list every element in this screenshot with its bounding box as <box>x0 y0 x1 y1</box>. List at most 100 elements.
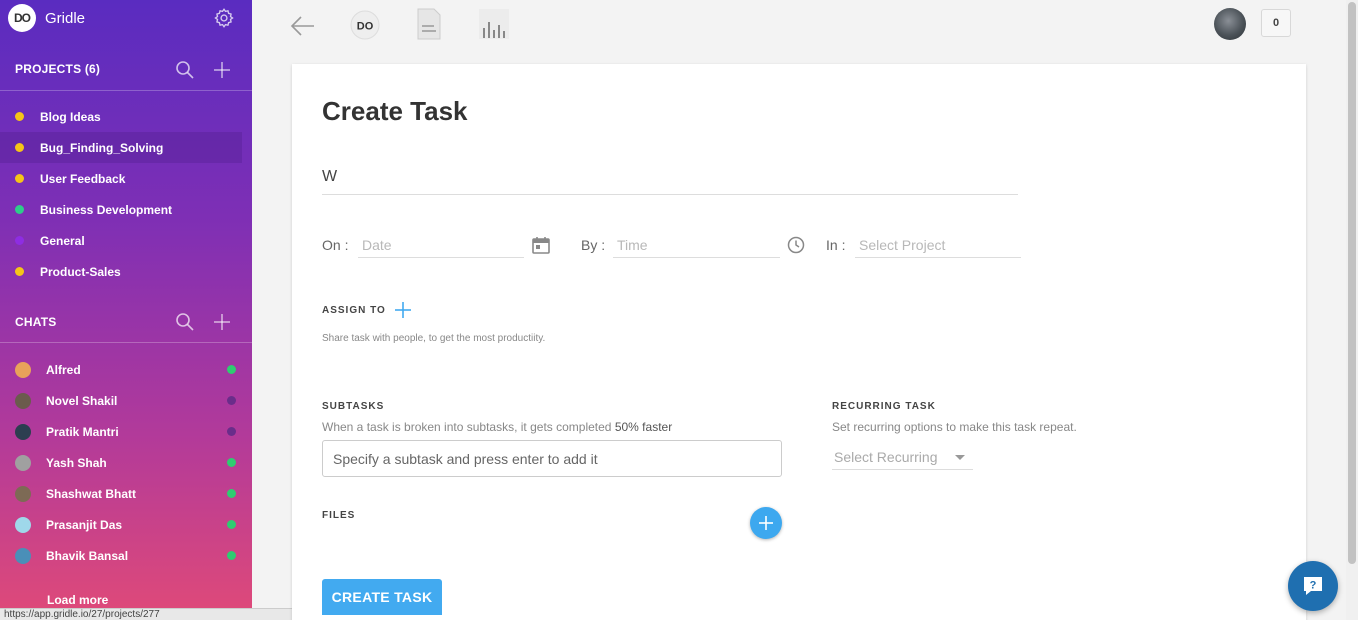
on-label: On : <box>322 237 349 253</box>
add-file-button[interactable] <box>750 507 782 539</box>
add-chat-icon[interactable] <box>213 313 231 331</box>
divider <box>0 342 252 343</box>
sidebar-item-project[interactable]: User Feedback <box>0 163 252 194</box>
recurring-description: Set recurring options to make this task … <box>832 420 1077 434</box>
online-status <box>227 365 236 374</box>
online-status <box>227 458 236 467</box>
chat-label: Yash Shah <box>46 455 107 470</box>
scrollbar[interactable] <box>1346 0 1358 620</box>
add-assignee-icon[interactable] <box>394 301 412 319</box>
recurring-value: Select Recurring <box>834 449 938 465</box>
document-icon[interactable] <box>416 8 442 40</box>
chat-label: Shashwat Bhatt <box>46 486 137 501</box>
chats-heading: CHATS <box>15 315 57 329</box>
scrollbar-thumb[interactable] <box>1348 2 1356 564</box>
sidebar-item-chat[interactable]: Alfred <box>0 354 252 385</box>
load-more-link[interactable]: Load more <box>47 593 108 607</box>
app-home-icon[interactable]: DO <box>350 10 380 40</box>
avatar <box>15 392 31 409</box>
avatar <box>15 547 31 564</box>
subtasks-description: When a task is broken into subtasks, it … <box>322 420 673 434</box>
app-logo: DO <box>8 4 36 32</box>
offline-status <box>227 427 236 436</box>
in-label: In : <box>826 237 846 253</box>
offline-status <box>227 396 236 405</box>
clock-icon[interactable] <box>787 236 805 254</box>
help-button[interactable]: ? <box>1288 561 1338 611</box>
subtasks-label: SUBTASKS <box>322 401 385 412</box>
time-input[interactable] <box>613 232 780 258</box>
chat-label: Novel Shakil <box>46 393 118 408</box>
help-chat-icon: ? <box>1304 577 1322 595</box>
project-color-dot <box>15 174 24 183</box>
user-avatar[interactable] <box>1214 8 1246 40</box>
chat-list: Alfred Novel Shakil Pratik Mantri Yash S… <box>0 354 252 571</box>
svg-text:DO: DO <box>357 21 374 33</box>
add-project-icon[interactable] <box>213 61 231 79</box>
chat-label: Pratik Mantri <box>46 424 119 439</box>
avatar <box>15 361 31 378</box>
chat-label: Prasanjit Das <box>46 517 123 532</box>
avatar <box>15 423 31 440</box>
search-icon[interactable] <box>175 312 195 332</box>
project-label: Bug_Finding_Solving <box>40 140 164 155</box>
project-label: Blog Ideas <box>40 109 101 124</box>
online-status <box>227 551 236 560</box>
project-color-dot <box>15 143 24 152</box>
chat-label: Alfred <box>46 362 81 377</box>
chevron-down-icon <box>955 455 965 460</box>
sidebar-item-project[interactable]: Bug_Finding_Solving <box>0 132 242 163</box>
sidebar-item-project[interactable]: General <box>0 225 252 256</box>
avatar <box>15 454 31 471</box>
app-name: Gridle <box>45 9 86 27</box>
project-color-dot <box>15 236 24 245</box>
recurring-select[interactable]: Select Recurring <box>832 446 973 470</box>
subtask-input[interactable] <box>322 440 782 477</box>
assign-to-label: ASSIGN TO <box>322 305 386 316</box>
task-name-input[interactable] <box>322 160 1018 195</box>
sidebar-item-project[interactable]: Product-Sales <box>0 256 252 287</box>
sidebar-item-chat[interactable]: Bhavik Bansal <box>0 540 252 571</box>
divider <box>0 90 252 91</box>
online-status <box>227 489 236 498</box>
bar-chart-icon[interactable] <box>478 8 510 40</box>
chat-label: Bhavik Bansal <box>46 548 129 563</box>
sidebar: DO Gridle PROJECTS (6) Blog Ideas Bug_Fi… <box>0 0 252 620</box>
create-task-card: Create Task On : By : In : ASSIGN TO Sha… <box>292 64 1306 620</box>
sidebar-item-chat[interactable]: Shashwat Bhatt <box>0 478 252 509</box>
sidebar-item-project[interactable]: Blog Ideas <box>0 101 252 132</box>
project-color-dot <box>15 267 24 276</box>
sidebar-item-project[interactable]: Business Development <box>0 194 252 225</box>
create-task-button[interactable]: CREATE TASK <box>322 579 442 615</box>
project-label: General <box>40 233 85 248</box>
back-arrow-icon[interactable] <box>290 14 316 38</box>
avatar <box>15 485 31 502</box>
plus-icon <box>759 516 773 530</box>
project-select[interactable] <box>855 232 1021 258</box>
assign-hint: Share task with people, to get the most … <box>322 333 546 344</box>
project-list: Blog Ideas Bug_Finding_Solving User Feed… <box>0 101 252 287</box>
avatar <box>15 516 31 533</box>
files-label: FILES <box>322 510 356 521</box>
sidebar-item-chat[interactable]: Novel Shakil <box>0 385 252 416</box>
sidebar-item-chat[interactable]: Prasanjit Das <box>0 509 252 540</box>
project-color-dot <box>15 112 24 121</box>
page-title: Create Task <box>322 96 468 126</box>
by-label: By : <box>581 237 606 253</box>
projects-heading: PROJECTS (6) <box>15 62 101 76</box>
brand[interactable]: DO Gridle <box>8 4 85 32</box>
recurring-label: RECURRING TASK <box>832 401 936 412</box>
online-status <box>227 520 236 529</box>
date-input[interactable] <box>358 232 524 258</box>
svg-text:?: ? <box>1310 580 1317 592</box>
project-label: Product-Sales <box>40 264 121 279</box>
sidebar-item-chat[interactable]: Pratik Mantri <box>0 416 252 447</box>
sidebar-item-chat[interactable]: Yash Shah <box>0 447 252 478</box>
search-icon[interactable] <box>175 60 195 80</box>
project-label: User Feedback <box>40 171 126 186</box>
project-color-dot <box>15 205 24 214</box>
notification-count[interactable]: 0 <box>1261 9 1291 37</box>
gear-icon[interactable] <box>213 7 235 29</box>
project-label: Business Development <box>40 202 173 217</box>
calendar-icon[interactable] <box>531 235 551 255</box>
